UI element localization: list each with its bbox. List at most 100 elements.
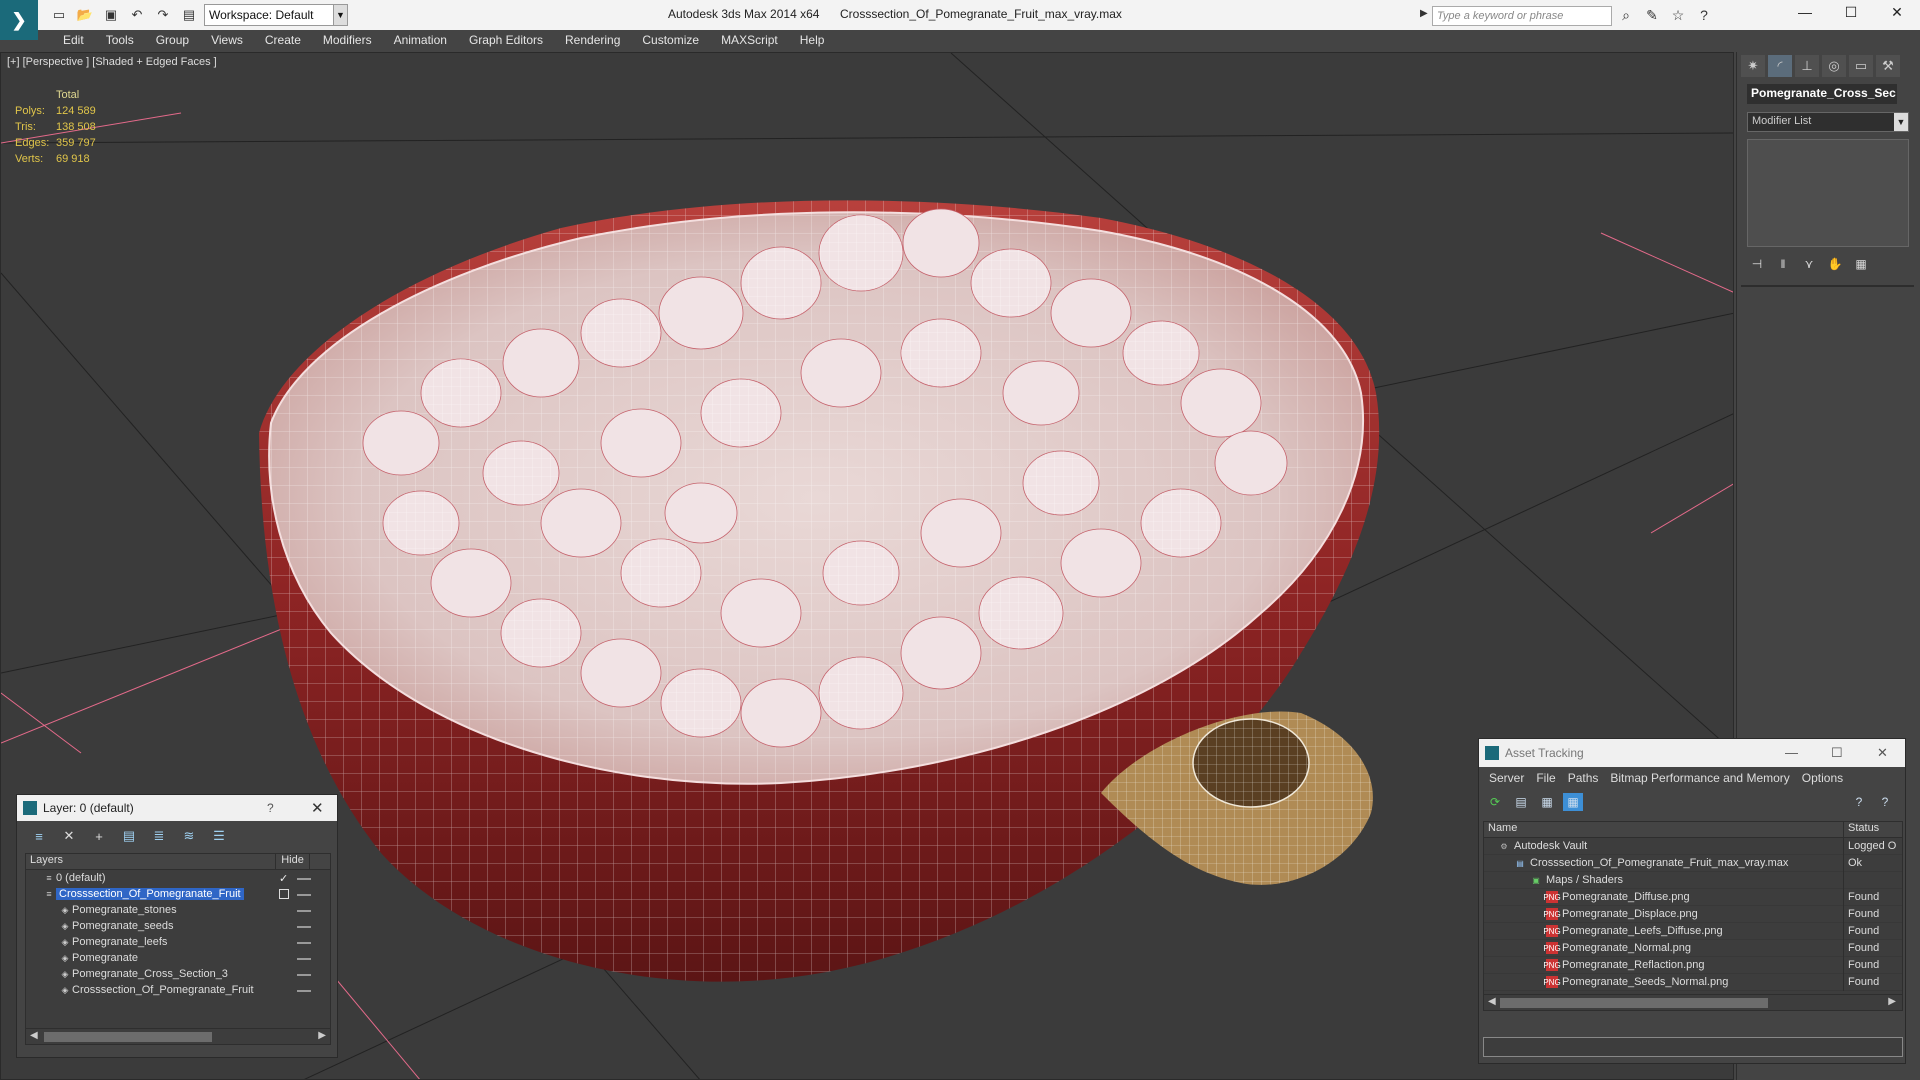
menu-help[interactable]: Help bbox=[789, 33, 836, 47]
menu-animation[interactable]: Animation bbox=[383, 33, 458, 47]
hide-toggle[interactable] bbox=[297, 926, 311, 928]
scroll-thumb[interactable] bbox=[1500, 998, 1768, 1008]
scroll-left-icon[interactable]: ◀ bbox=[30, 1030, 38, 1041]
layer-row[interactable]: ≡ 0 (default) ✓ bbox=[26, 870, 330, 886]
show-end-result-icon[interactable]: ‖ bbox=[1773, 255, 1793, 273]
asset-row[interactable]: PNG Pomegranate_Leefs_Diffuse.png Found bbox=[1484, 923, 1902, 940]
pin-stack-icon[interactable]: ⊣ bbox=[1747, 255, 1767, 273]
utilities-tab-icon[interactable]: ⚒ bbox=[1876, 55, 1900, 77]
hide-toggle[interactable] bbox=[297, 974, 311, 976]
asset-row[interactable]: PNG Pomegranate_Reflaction.png Found bbox=[1484, 957, 1902, 974]
remove-modifier-icon[interactable]: ✋ bbox=[1825, 255, 1845, 273]
asset-row[interactable]: ⚙ Autodesk Vault Logged O bbox=[1484, 838, 1902, 855]
save-icon[interactable]: ▣ bbox=[100, 4, 122, 26]
menu-create[interactable]: Create bbox=[254, 33, 312, 47]
delete-layer-icon[interactable]: ✕ bbox=[57, 827, 81, 845]
hierarchy-tab-icon[interactable]: ⊥ bbox=[1795, 55, 1819, 77]
binoculars-icon[interactable]: ⌕ bbox=[1616, 5, 1636, 25]
search-expand-icon[interactable]: ▶ bbox=[1420, 8, 1428, 19]
asset-row[interactable]: PNG Pomegranate_Diffuse.png Found bbox=[1484, 889, 1902, 906]
subscription-icon[interactable]: ✎ bbox=[1642, 5, 1662, 25]
asset-status-field[interactable] bbox=[1483, 1037, 1903, 1057]
make-unique-icon[interactable]: ⋎ bbox=[1799, 255, 1819, 273]
close-button[interactable]: ✕ bbox=[1874, 0, 1920, 24]
asset-row[interactable]: PNG Pomegranate_Normal.png Found bbox=[1484, 940, 1902, 957]
list-view-icon[interactable]: ▤ bbox=[1511, 793, 1531, 811]
close-button[interactable]: ✕ bbox=[1877, 745, 1888, 761]
configure-sets-icon[interactable]: ▦ bbox=[1851, 255, 1871, 273]
asset-row[interactable]: ▣ Maps / Shaders bbox=[1484, 872, 1902, 889]
project-folder-icon[interactable]: ▤ bbox=[178, 4, 200, 26]
help-button[interactable]: ? bbox=[267, 801, 274, 815]
col-layers[interactable]: Layers bbox=[26, 854, 276, 869]
tree-view-icon[interactable]: ▦ bbox=[1537, 793, 1557, 811]
asset-menu-server[interactable]: Server bbox=[1483, 771, 1530, 785]
undo-icon[interactable]: ↶ bbox=[126, 4, 148, 26]
search-input[interactable]: Type a keyword or phrase bbox=[1432, 6, 1612, 26]
hide-toggle[interactable] bbox=[297, 990, 311, 992]
layer-row[interactable]: ◈ Pomegranate_Cross_Section_3 bbox=[26, 966, 330, 982]
workspace-dropdown[interactable]: Workspace: Default ▼ bbox=[204, 4, 348, 26]
select-objects-icon[interactable]: ▤ bbox=[117, 827, 141, 845]
layer-dialog-titlebar[interactable]: Layer: 0 (default) ? ✕ bbox=[17, 795, 337, 821]
help-icon[interactable]: ? bbox=[1694, 5, 1714, 25]
viewport-label[interactable]: [+] [Perspective ] [Shaded + Edged Faces… bbox=[7, 56, 217, 68]
menu-modifiers[interactable]: Modifiers bbox=[312, 33, 383, 47]
layer-row[interactable]: ◈ Pomegranate_seeds bbox=[26, 918, 330, 934]
hide-toggle[interactable] bbox=[297, 894, 311, 896]
minimize-button[interactable]: — bbox=[1782, 0, 1828, 24]
layer-row[interactable]: ◈ Pomegranate_leefs bbox=[26, 934, 330, 950]
modifier-list-dropdown[interactable]: Modifier List ▼ bbox=[1747, 112, 1909, 132]
menu-edit[interactable]: Edit bbox=[52, 33, 95, 47]
menu-views[interactable]: Views bbox=[200, 33, 254, 47]
asset-menu-paths[interactable]: Paths bbox=[1562, 771, 1605, 785]
horizontal-scrollbar[interactable]: ◀ ▶ bbox=[1484, 994, 1902, 1010]
layer-row[interactable]: ≡ Crosssection_Of_Pomegranate_Fruit bbox=[26, 886, 330, 902]
hide-all-icon[interactable]: ≋ bbox=[177, 827, 201, 845]
maximize-button[interactable]: ☐ bbox=[1828, 0, 1874, 24]
menu-graph-editors[interactable]: Graph Editors bbox=[458, 33, 554, 47]
highlight-layer-icon[interactable]: ≣ bbox=[147, 827, 171, 845]
current-layer-check-icon[interactable]: ✓ bbox=[279, 872, 288, 885]
asset-row[interactable]: PNG Pomegranate_Seeds_Normal.png Found bbox=[1484, 974, 1902, 991]
layer-row[interactable]: ◈ Pomegranate bbox=[26, 950, 330, 966]
modifier-stack[interactable] bbox=[1747, 139, 1909, 247]
scroll-right-icon[interactable]: ▶ bbox=[318, 1030, 326, 1041]
context-help-icon[interactable]: ? bbox=[1875, 793, 1895, 811]
minimize-button[interactable]: — bbox=[1785, 745, 1798, 760]
new-layer-icon[interactable]: ≡ bbox=[27, 827, 51, 845]
hide-toggle[interactable] bbox=[297, 942, 311, 944]
create-tab-icon[interactable]: ✷ bbox=[1741, 55, 1765, 77]
asset-row[interactable]: PNG Pomegranate_Displace.png Found bbox=[1484, 906, 1902, 923]
menu-group[interactable]: Group bbox=[145, 33, 200, 47]
app-logo-icon[interactable]: ❯ bbox=[0, 0, 38, 40]
asset-menu-bitmap[interactable]: Bitmap Performance and Memory bbox=[1604, 771, 1795, 785]
current-layer-checkbox[interactable] bbox=[279, 889, 289, 899]
layer-row[interactable]: ◈ Pomegranate_stones bbox=[26, 902, 330, 918]
asset-menu-options[interactable]: Options bbox=[1796, 771, 1849, 785]
col-name[interactable]: Name bbox=[1484, 822, 1844, 837]
table-view-icon[interactable]: ▦ bbox=[1563, 793, 1583, 811]
favorites-icon[interactable]: ☆ bbox=[1668, 5, 1688, 25]
redo-icon[interactable]: ↷ bbox=[152, 4, 174, 26]
refresh-icon[interactable]: ⟳ bbox=[1485, 793, 1505, 811]
display-tab-icon[interactable]: ▭ bbox=[1849, 55, 1873, 77]
menu-tools[interactable]: Tools bbox=[95, 33, 145, 47]
horizontal-scrollbar[interactable]: ◀ ▶ bbox=[26, 1028, 330, 1044]
menu-rendering[interactable]: Rendering bbox=[554, 33, 631, 47]
layer-row[interactable]: ◈ Crosssection_Of_Pomegranate_Fruit bbox=[26, 982, 330, 998]
maximize-button[interactable]: ☐ bbox=[1831, 745, 1843, 761]
open-file-icon[interactable]: 📂 bbox=[74, 4, 96, 26]
new-file-icon[interactable]: ▭ bbox=[48, 4, 70, 26]
freeze-all-icon[interactable]: ☰ bbox=[207, 827, 231, 845]
hide-toggle[interactable] bbox=[297, 958, 311, 960]
close-button[interactable]: ✕ bbox=[311, 799, 324, 817]
help-icon[interactable]: ? bbox=[1849, 793, 1869, 811]
add-to-layer-icon[interactable]: + bbox=[87, 827, 111, 845]
col-status[interactable]: Status bbox=[1844, 822, 1902, 837]
asset-menu-file[interactable]: File bbox=[1530, 771, 1561, 785]
scroll-thumb[interactable] bbox=[44, 1032, 212, 1042]
hide-toggle[interactable] bbox=[297, 910, 311, 912]
hide-toggle[interactable] bbox=[297, 878, 311, 880]
object-name-field[interactable]: Pomegranate_Cross_Sec bbox=[1747, 84, 1897, 104]
